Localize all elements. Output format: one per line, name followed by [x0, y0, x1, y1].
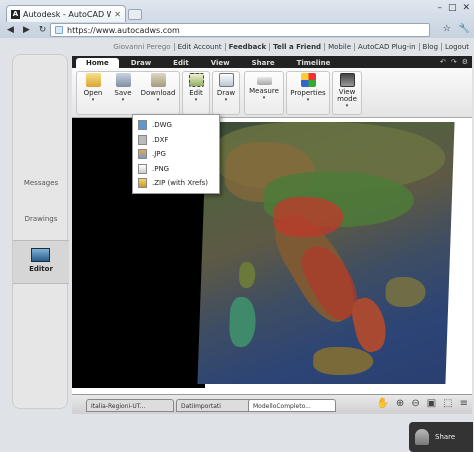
- menu-item-dwg[interactable]: .DWG: [135, 118, 217, 133]
- share-button[interactable]: Share: [409, 422, 473, 452]
- draw-icon: [218, 73, 234, 87]
- edit-button[interactable]: Edit ▾: [181, 71, 211, 109]
- tab-draw[interactable]: Draw: [121, 58, 161, 68]
- person-icon: [415, 429, 429, 445]
- autocad-plugin-link[interactable]: AutoCAD Plug-in: [354, 43, 419, 51]
- menu-item-zip[interactable]: .ZIP (with Xrefs): [135, 176, 217, 191]
- download-menu: .DWG .DXF .JPG .PNG .ZIP (with Xrefs): [132, 114, 220, 194]
- properties-icon: [300, 73, 316, 87]
- dxf-file-icon: [138, 134, 147, 145]
- zoom-in-icon[interactable]: ⊕: [396, 398, 404, 409]
- browser-tab[interactable]: A Autodesk - AutoCAD WS ✕: [6, 5, 126, 22]
- maximize-icon[interactable]: □: [448, 3, 457, 13]
- tab-timeline[interactable]: Timeline: [287, 58, 341, 68]
- edit-icon: [188, 73, 204, 87]
- messages-nav[interactable]: Messages: [13, 179, 69, 187]
- pan-hand-icon[interactable]: ✋: [376, 398, 388, 409]
- zip-file-icon: [138, 178, 147, 189]
- back-icon[interactable]: ◀: [4, 24, 17, 37]
- undo-icon[interactable]: ↶: [440, 58, 446, 66]
- account-nav: Giovanni Perego Edit Account Feedback Te…: [110, 43, 472, 51]
- forward-icon[interactable]: ▶: [20, 24, 33, 37]
- tell-a-friend-link[interactable]: Tell a Friend: [269, 43, 324, 51]
- ribbon-tabs: Home Draw Edit View Share Timeline ↶ ↷ ⚙: [72, 56, 472, 68]
- tab-edit[interactable]: Edit: [163, 58, 199, 68]
- drawings-nav[interactable]: Drawings: [13, 215, 69, 223]
- close-window-icon[interactable]: ✕: [462, 3, 470, 13]
- minimize-icon[interactable]: –: [437, 3, 442, 13]
- zoom-out-icon[interactable]: ⊖: [411, 398, 419, 409]
- tab-share[interactable]: Share: [242, 58, 285, 68]
- settings-icon[interactable]: ⚙: [462, 58, 468, 66]
- ribbon: Open ▾ Save ▾ Download ▾ Edit ▾ Draw ▾ Measur…: [72, 68, 472, 118]
- browser-chrome: A Autodesk - AutoCAD WS ✕ – □ ✕ ◀ ▶ ↻ ht…: [0, 0, 474, 38]
- zoom-window-icon[interactable]: ⬚: [443, 398, 452, 409]
- bookmark-star-icon[interactable]: ☆: [443, 24, 451, 34]
- autocad-app: Home Draw Edit View Share Timeline ↶ ↷ ⚙…: [72, 56, 473, 452]
- italy-satellite-map: [197, 122, 455, 384]
- feedback-link[interactable]: Feedback: [224, 43, 270, 51]
- folder-icon: [85, 73, 101, 87]
- draw-button[interactable]: Draw ▾: [211, 71, 241, 109]
- zoom-extents-icon[interactable]: ▣: [427, 398, 436, 409]
- download-icon: [150, 73, 166, 87]
- tab-title: Autodesk - AutoCAD WS: [23, 9, 112, 19]
- edit-account-link[interactable]: Edit Account: [173, 43, 225, 51]
- layers-icon[interactable]: ≡: [460, 398, 468, 409]
- tab-view[interactable]: View: [201, 58, 240, 68]
- window-controls: – □ ✕: [437, 3, 470, 13]
- view-mode-button[interactable]: View mode ▾: [332, 71, 362, 109]
- view-tools: ✋ ⊕ ⊖ ▣ ⬚ ≡: [376, 398, 468, 409]
- new-tab-button[interactable]: [128, 9, 142, 20]
- tab-home[interactable]: Home: [76, 58, 119, 68]
- url-text: https://www.autocadws.com: [67, 25, 180, 35]
- lock-icon: [55, 26, 63, 34]
- left-panel: Messages Drawings Editor: [12, 54, 69, 409]
- editor-icon: [31, 248, 50, 262]
- mobile-link[interactable]: Mobile: [324, 43, 354, 51]
- png-file-icon: [138, 163, 147, 174]
- tab-close-icon[interactable]: ✕: [114, 10, 121, 19]
- wrench-icon[interactable]: 🔧: [459, 24, 470, 34]
- disk-icon: [115, 73, 131, 87]
- logout-link[interactable]: Logout: [441, 43, 472, 51]
- editor-nav[interactable]: Editor: [13, 240, 69, 284]
- download-button[interactable]: Download ▾: [138, 71, 178, 109]
- jpg-file-icon: [138, 149, 147, 160]
- editor-label: Editor: [29, 265, 53, 273]
- doc-tab-modellocompleto[interactable]: ModelloCompleto...: [248, 399, 336, 412]
- dwg-file-icon: [138, 120, 147, 131]
- save-button[interactable]: Save ▾: [108, 71, 138, 109]
- autodesk-favicon-icon: A: [11, 9, 20, 19]
- measure-button[interactable]: Measure ▾: [244, 71, 284, 109]
- ruler-icon: [256, 77, 272, 85]
- reload-icon[interactable]: ↻: [36, 24, 49, 37]
- open-button[interactable]: Open ▾: [78, 71, 108, 109]
- user-name: Giovanni Perego: [113, 43, 171, 51]
- document-tabs-bar: Italia-Regioni-UT... DatiImportati Model…: [72, 394, 472, 414]
- menu-item-jpg[interactable]: .JPG: [135, 147, 217, 162]
- ribbon-right-icons: ↶ ↷ ⚙: [440, 58, 468, 66]
- address-bar[interactable]: https://www.autocadws.com: [50, 23, 430, 37]
- doc-tab-italia[interactable]: Italia-Regioni-UT...: [86, 399, 174, 412]
- redo-icon[interactable]: ↷: [451, 58, 457, 66]
- properties-button[interactable]: Properties ▾: [286, 71, 330, 109]
- viewmode-icon: [339, 73, 355, 87]
- browser-right-tools: ☆ 🔧: [443, 24, 470, 34]
- blog-link[interactable]: Blog: [418, 43, 441, 51]
- menu-item-png[interactable]: .PNG: [135, 162, 217, 177]
- menu-item-dxf[interactable]: .DXF: [135, 133, 217, 148]
